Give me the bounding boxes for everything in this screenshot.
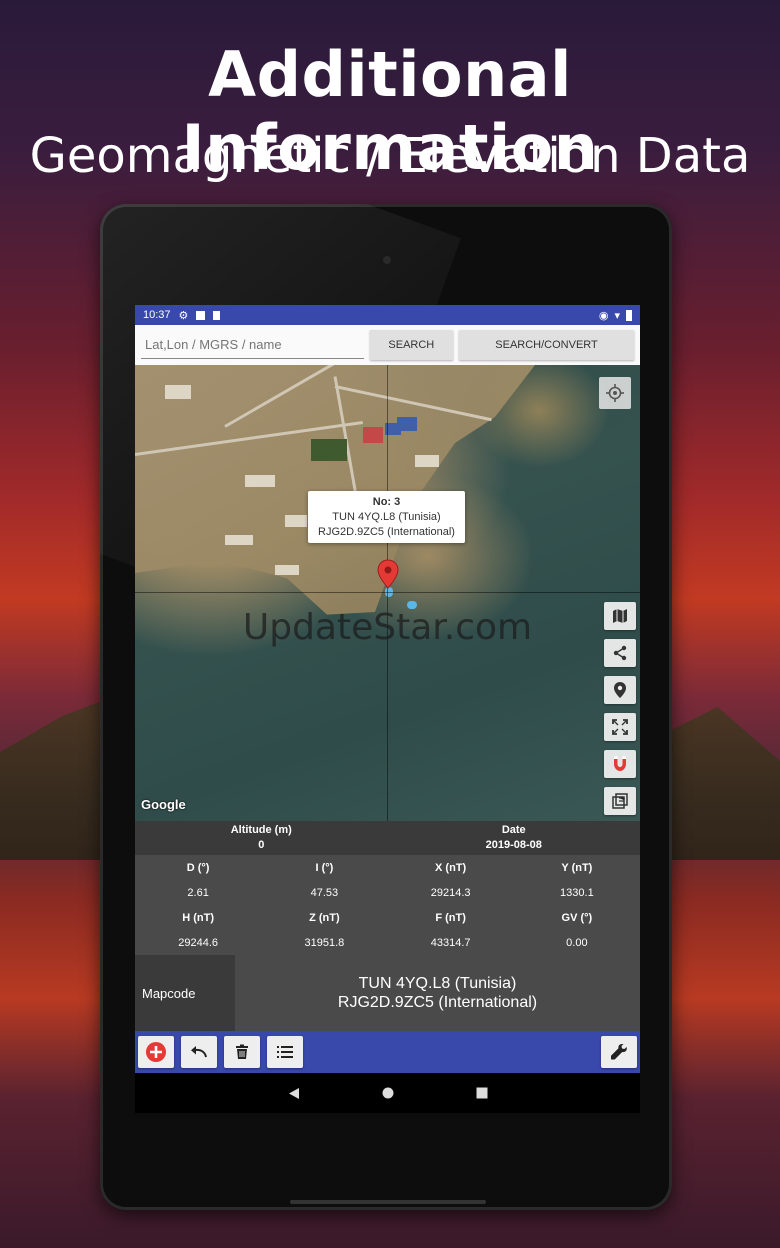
list-button[interactable] xyxy=(267,1036,303,1068)
col-header: F (nT) xyxy=(435,911,466,924)
map-building xyxy=(225,535,253,545)
location-status-icon: ◉ xyxy=(598,309,609,322)
date-label: Date xyxy=(501,824,526,836)
mapcode-value[interactable]: TUN 4YQ.L8 (Tunisia) RJG2D.9ZC5 (Interna… xyxy=(235,955,640,1031)
status-right: ◉ ▾ xyxy=(599,309,632,322)
trash-icon xyxy=(236,1044,248,1059)
fullscreen-icon xyxy=(612,719,628,735)
copy-icon xyxy=(612,793,628,809)
map-building xyxy=(415,455,439,467)
table-cell: 2.61 xyxy=(187,886,209,899)
search-convert-button[interactable]: SEARCH/CONVERT xyxy=(459,330,634,360)
crosshair-vertical xyxy=(387,365,388,821)
col-header: Z (nT) xyxy=(309,911,340,924)
table-cell: 29214.3 xyxy=(430,886,471,899)
map-court xyxy=(397,417,417,431)
mapcode-international: RJG2D.9ZC5 (International) xyxy=(337,994,538,1011)
undo-icon xyxy=(191,1046,207,1058)
table-header-row: D (°) I (°) X (nT) Y (nT) xyxy=(135,855,640,880)
magnet-icon xyxy=(614,756,626,771)
search-bar: SEARCH SEARCH/CONVERT xyxy=(135,325,640,365)
android-nav-bar xyxy=(135,1073,640,1113)
table-header-row: H (nT) Z (nT) F (nT) GV (°) xyxy=(135,905,640,930)
tablet-frame: 10:37 ⚙ ◉ ▾ SEARCH SEARCH/CONVERT xyxy=(100,204,672,1210)
col-header: D (°) xyxy=(186,861,210,874)
sd-card-icon xyxy=(213,310,221,320)
date-cell: Date 2019-08-08 xyxy=(388,821,641,855)
map-building xyxy=(275,565,299,575)
geomagnetic-table: D (°) I (°) X (nT) Y (nT) 2.61 47.53 292… xyxy=(135,855,640,955)
marker-icon xyxy=(614,682,626,698)
front-camera xyxy=(383,256,391,264)
altitude-label: Altitude (m) xyxy=(230,824,292,836)
altitude-value: 0 xyxy=(258,839,265,851)
google-attribution: Google xyxy=(141,797,186,812)
copy-button[interactable] xyxy=(604,787,636,815)
bottom-toolbar xyxy=(135,1031,640,1073)
satellite-map[interactable]: No: 3 TUN 4YQ.L8 (Tunisia) RJG2D.9ZC5 (I… xyxy=(135,365,640,821)
table-row: 2.61 47.53 29214.3 1330.1 xyxy=(135,880,640,905)
col-header: H (nT) xyxy=(182,911,214,924)
date-value: 2019-08-08 xyxy=(485,839,542,851)
altitude-date-row: Altitude (m) 0 Date 2019-08-08 xyxy=(135,821,640,855)
add-point-button[interactable] xyxy=(138,1036,174,1068)
battery-icon xyxy=(626,309,632,321)
settings-status-icon: ⚙ xyxy=(178,309,189,322)
add-circle-icon xyxy=(146,1042,166,1062)
altitude-cell: Altitude (m) 0 xyxy=(135,821,388,855)
add-marker-button[interactable] xyxy=(604,676,636,704)
settings-tools-button[interactable] xyxy=(601,1036,637,1068)
back-icon[interactable] xyxy=(288,1087,300,1100)
mapcode-local: TUN 4YQ.L8 (Tunisia) xyxy=(358,975,517,992)
table-cell: 0.00 xyxy=(566,936,588,949)
wifi-icon: ▾ xyxy=(614,309,620,322)
fullscreen-button[interactable] xyxy=(604,713,636,741)
notification-a-icon xyxy=(196,310,206,320)
undo-button[interactable] xyxy=(181,1036,217,1068)
status-bar: 10:37 ⚙ ◉ ▾ xyxy=(135,305,640,325)
map-building xyxy=(165,385,191,399)
col-header: Y (nT) xyxy=(561,861,593,874)
col-header: I (°) xyxy=(315,861,334,874)
app-screen: 10:37 ⚙ ◉ ▾ SEARCH SEARCH/CONVERT xyxy=(135,305,640,1113)
geomagnetic-button[interactable] xyxy=(604,750,636,778)
tablet-bottom-edge xyxy=(290,1200,486,1204)
col-header: GV (°) xyxy=(561,911,593,924)
map-layers-icon xyxy=(613,609,627,623)
mapcode-label: Mapcode xyxy=(135,955,235,1031)
popup-line-local: TUN 4YQ.L8 (Tunisia) xyxy=(332,511,441,523)
table-cell: 47.53 xyxy=(310,886,339,899)
crosshair-target-icon xyxy=(606,384,624,402)
watermark-text: UpdateStar.com xyxy=(242,607,533,648)
map-court xyxy=(311,439,347,461)
share-icon xyxy=(613,645,627,661)
list-icon xyxy=(277,1046,293,1058)
promo-subline: Geomagnetic / Elevation Data xyxy=(29,128,751,184)
col-header: X (nT) xyxy=(435,861,467,874)
table-row: 29244.6 31951.8 43314.7 0.00 xyxy=(135,930,640,955)
marker-info-popup[interactable]: No: 3 TUN 4YQ.L8 (Tunisia) RJG2D.9ZC5 (I… xyxy=(308,491,465,543)
popup-line-intl: RJG2D.9ZC5 (International) xyxy=(318,526,455,538)
delete-button[interactable] xyxy=(224,1036,260,1068)
table-cell: 43314.7 xyxy=(430,936,471,949)
recents-icon[interactable] xyxy=(476,1087,488,1099)
table-cell: 29244.6 xyxy=(178,936,218,949)
my-location-button[interactable] xyxy=(599,377,631,409)
map-pin-icon[interactable] xyxy=(377,559,399,589)
popup-title: No: 3 xyxy=(372,496,401,508)
mapcode-row: Mapcode TUN 4YQ.L8 (Tunisia) RJG2D.9ZC5 … xyxy=(135,955,640,1031)
map-court xyxy=(363,427,383,443)
search-input[interactable] xyxy=(141,331,364,359)
status-time: 10:37 xyxy=(143,309,171,321)
map-building xyxy=(285,515,307,527)
wrench-icon xyxy=(611,1043,627,1060)
table-cell: 31951.8 xyxy=(304,936,345,949)
home-icon[interactable] xyxy=(382,1087,394,1099)
map-layers-button[interactable] xyxy=(604,602,636,630)
share-button[interactable] xyxy=(604,639,636,667)
map-building xyxy=(245,475,275,487)
search-button[interactable]: SEARCH xyxy=(369,330,454,360)
table-cell: 1330.1 xyxy=(560,886,594,899)
